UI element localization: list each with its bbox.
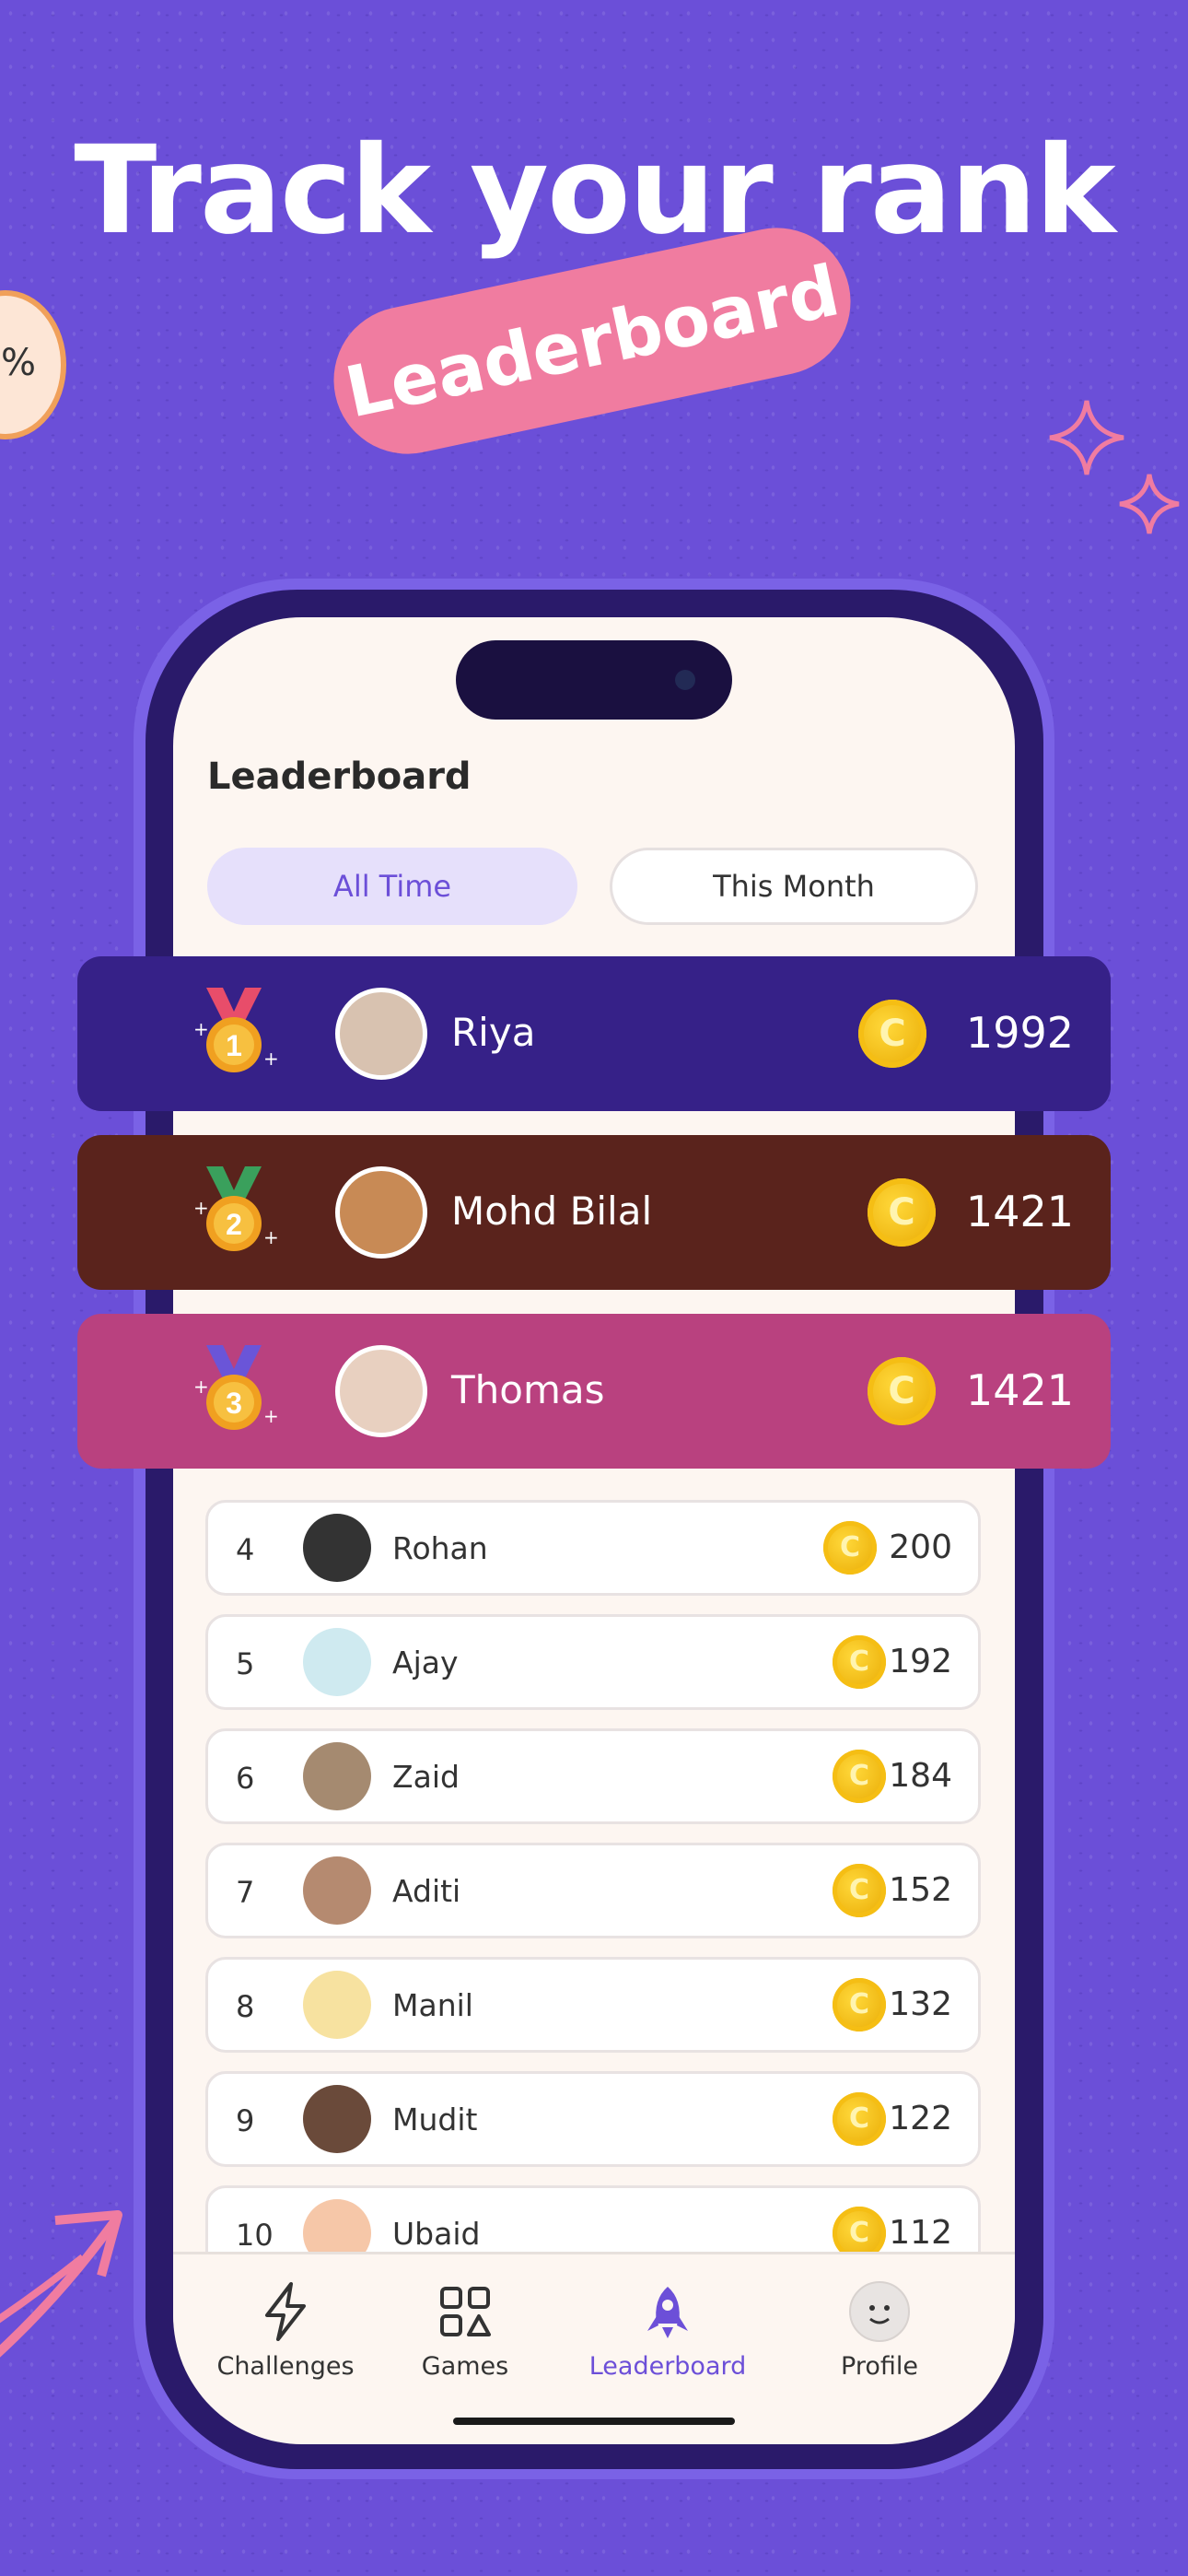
avatar — [303, 1971, 371, 2039]
row-rank: 9 — [236, 2103, 255, 2138]
player-score: 1421 — [965, 1365, 1074, 1415]
avatar — [303, 2085, 371, 2153]
medal-rank: 1 — [226, 1029, 242, 1062]
avatar — [303, 1742, 371, 1810]
avatar — [303, 1856, 371, 1925]
row-rank: 6 — [236, 1761, 255, 1796]
home-indicator — [453, 2418, 735, 2425]
row-rank: 5 — [236, 1646, 255, 1681]
row-rank: 8 — [236, 1989, 255, 2024]
profile-avatar-icon — [849, 2281, 910, 2342]
tab-this-month[interactable]: This Month — [610, 848, 978, 925]
player-score: 1421 — [965, 1187, 1074, 1236]
lightning-icon — [265, 2282, 306, 2341]
coin-icon: C — [833, 1635, 886, 1689]
medal-rank: 2 — [226, 1208, 242, 1241]
coin-icon: C — [868, 1178, 936, 1247]
nav-games[interactable]: Games — [373, 2280, 557, 2381]
sparkle-icon — [1049, 400, 1180, 534]
table-row[interactable]: 4 Rohan C 200 — [205, 1500, 981, 1596]
svg-text:+: + — [263, 1048, 279, 1070]
row-rank: 10 — [236, 2218, 274, 2253]
avatar — [303, 1514, 371, 1582]
svg-text:+: + — [263, 1226, 279, 1248]
medal-icon: 3 + + — [193, 1345, 279, 1430]
avatar — [303, 1628, 371, 1696]
top-rank-card[interactable]: 3 + + Thomas C 1421 — [77, 1314, 1111, 1469]
row-name: Mudit — [392, 2102, 478, 2137]
nav-challenges-label: Challenges — [216, 2352, 355, 2381]
coin-icon: C — [833, 1864, 886, 1917]
row-score: 122 — [889, 2100, 952, 2137]
coin-icon: C — [833, 1750, 886, 1803]
rocket-icon — [647, 2287, 688, 2338]
table-row[interactable]: 7 Aditi C 152 — [205, 1843, 981, 1938]
nav-profile-label: Profile — [841, 2352, 918, 2381]
row-score: 112 — [889, 2214, 952, 2252]
row-score: 192 — [889, 1643, 952, 1680]
row-rank: 4 — [236, 1532, 255, 1567]
row-score: 200 — [889, 1528, 952, 1566]
nav-challenges[interactable]: Challenges — [193, 2280, 378, 2381]
row-name: Manil — [392, 1987, 473, 2023]
svg-text:+: + — [193, 1376, 209, 1398]
avatar — [335, 1166, 427, 1259]
avatar — [335, 1345, 427, 1437]
medal-rank: 3 — [226, 1387, 242, 1420]
player-name: Thomas — [451, 1367, 605, 1412]
coin-icon: C — [868, 1357, 936, 1425]
table-row[interactable]: 6 Zaid C 184 — [205, 1728, 981, 1824]
row-score: 152 — [889, 1871, 952, 1909]
page-title: Leaderboard — [207, 755, 472, 798]
table-row[interactable]: 8 Manil C 132 — [205, 1957, 981, 2053]
row-name: Zaid — [392, 1759, 460, 1795]
player-score: 1992 — [965, 1008, 1074, 1058]
player-name: Mohd Bilal — [451, 1188, 653, 1234]
row-name: Aditi — [392, 1873, 461, 1909]
player-name: Riya — [451, 1010, 536, 1055]
row-score: 132 — [889, 1985, 952, 2023]
row-rank: 7 — [236, 1875, 255, 1910]
table-row[interactable]: 5 Ajay C 192 — [205, 1614, 981, 1710]
nav-games-label: Games — [421, 2352, 509, 2381]
row-name: Ubaid — [392, 2216, 481, 2252]
grid-icon — [440, 2287, 491, 2336]
nav-leaderboard[interactable]: Leaderboard — [576, 2280, 760, 2381]
avatar — [335, 988, 427, 1080]
coin-icon: C — [823, 1521, 877, 1575]
coin-icon: C — [833, 2092, 886, 2146]
tab-all-time[interactable]: All Time — [207, 848, 577, 925]
nav-profile[interactable]: Profile — [787, 2280, 972, 2381]
row-score: 184 — [889, 1757, 952, 1795]
medal-icon: 2 + + — [193, 1166, 279, 1251]
row-name: Ajay — [392, 1645, 459, 1680]
coin-icon: C — [833, 1978, 886, 2032]
svg-text:+: + — [263, 1405, 279, 1427]
top-rank-card[interactable]: 1 + + Riya C 1992 — [77, 956, 1111, 1111]
table-row[interactable]: 9 Mudit C 122 — [205, 2071, 981, 2167]
svg-text:+: + — [193, 1197, 209, 1219]
dynamic-island — [456, 640, 732, 720]
arrow-icon — [0, 2210, 122, 2358]
coin-icon: C — [858, 1000, 926, 1068]
nav-leaderboard-label: Leaderboard — [588, 2352, 747, 2381]
row-name: Rohan — [392, 1530, 488, 1566]
svg-text:+: + — [193, 1018, 209, 1040]
medal-icon: 1 + + — [193, 988, 279, 1072]
top-rank-card[interactable]: 2 + + Mohd Bilal C 1421 — [77, 1135, 1111, 1290]
